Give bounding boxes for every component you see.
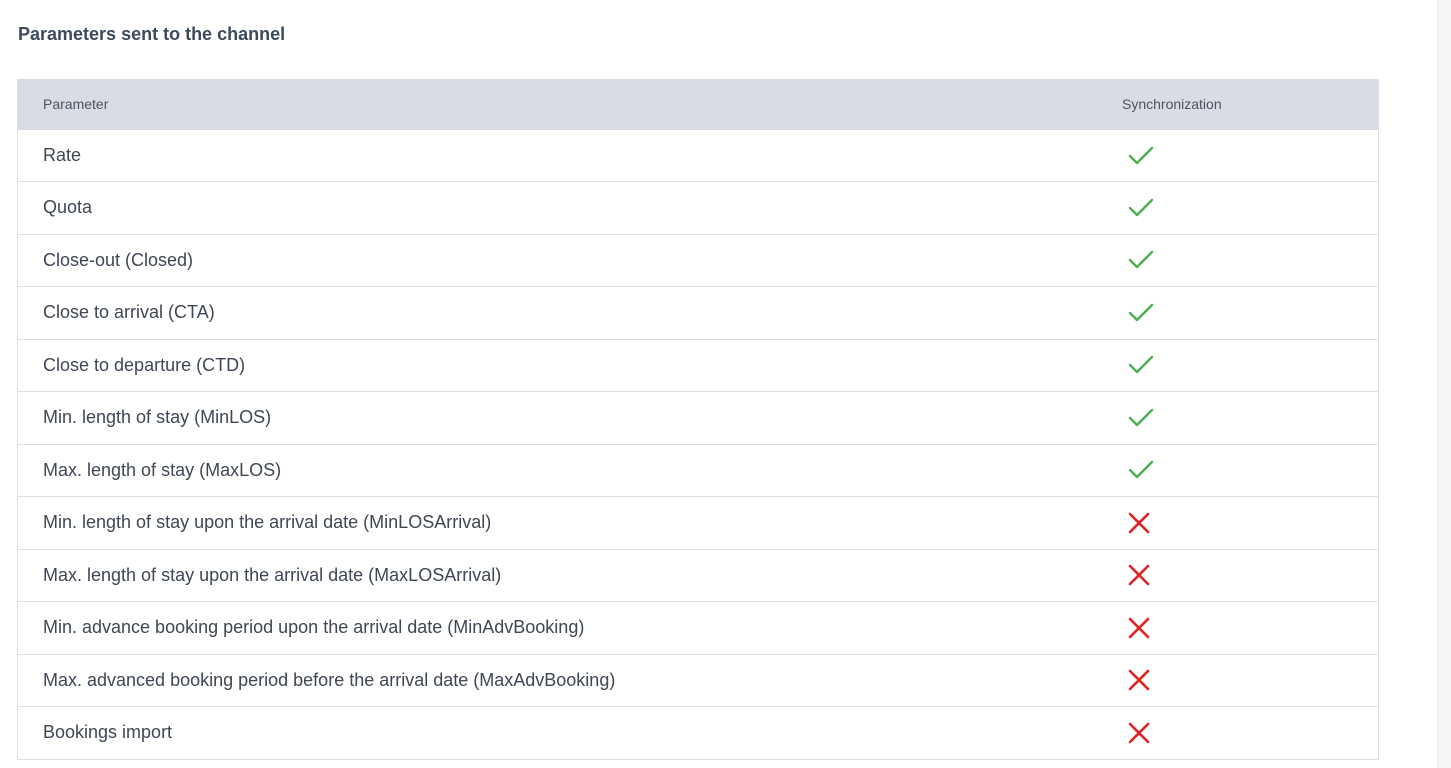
column-header-parameter: Parameter bbox=[43, 96, 109, 112]
page-title: Parameters sent to the channel bbox=[18, 24, 286, 44]
parameter-name: Close to departure (CTD) bbox=[43, 354, 246, 375]
checkmark-icon bbox=[1128, 302, 1154, 324]
parameters-table: Parameter Synchronization Rate Quota Close… bbox=[17, 79, 1379, 760]
table-row: Close to arrival (CTA) bbox=[18, 287, 1378, 340]
parameter-name: Close to arrival (CTA) bbox=[43, 302, 215, 323]
synchronization-cell bbox=[1128, 287, 1154, 339]
table-header: Parameter Synchronization bbox=[18, 79, 1378, 130]
table-body: Rate Quota Close-out (Closed) Close to arri… bbox=[18, 130, 1378, 760]
table-row: Rate bbox=[18, 130, 1378, 182]
cross-icon bbox=[1128, 617, 1150, 639]
parameter-name: Min. length of stay upon the arrival dat… bbox=[43, 512, 492, 533]
synchronization-cell bbox=[1128, 235, 1154, 287]
parameter-name: Quota bbox=[43, 197, 93, 218]
synchronization-cell bbox=[1128, 340, 1154, 392]
scrollbar-track[interactable] bbox=[1437, 0, 1451, 768]
parameter-name: Max. advanced booking period before the … bbox=[43, 669, 616, 690]
checkmark-icon bbox=[1128, 249, 1154, 271]
table-row: Max. advanced booking period before the … bbox=[18, 655, 1378, 707]
cross-icon bbox=[1128, 564, 1150, 586]
parameter-name: Max. length of stay upon the arrival dat… bbox=[43, 564, 502, 585]
checkmark-icon bbox=[1128, 459, 1154, 481]
page: Parameters sent to the channel Parameter… bbox=[0, 0, 1451, 768]
cross-icon bbox=[1128, 669, 1150, 691]
column-header-synchronization: Synchronization bbox=[1122, 96, 1222, 112]
parameter-name: Min. length of stay (MinLOS) bbox=[43, 407, 272, 428]
synchronization-cell bbox=[1128, 602, 1150, 654]
table-row: Close-out (Closed) bbox=[18, 235, 1378, 287]
table-row: Min. advance booking period upon the arr… bbox=[18, 602, 1378, 655]
checkmark-icon bbox=[1128, 407, 1154, 429]
synchronization-cell bbox=[1128, 655, 1150, 707]
cross-icon bbox=[1128, 722, 1150, 744]
table-row: Bookings import bbox=[18, 707, 1378, 760]
parameter-name: Close-out (Closed) bbox=[43, 249, 194, 270]
parameter-name: Min. advance booking period upon the arr… bbox=[43, 617, 585, 638]
table-row: Min. length of stay upon the arrival dat… bbox=[18, 497, 1378, 550]
table-row: Max. length of stay upon the arrival dat… bbox=[18, 550, 1378, 602]
synchronization-cell bbox=[1128, 182, 1154, 234]
synchronization-cell bbox=[1128, 707, 1150, 759]
table-row: Min. length of stay (MinLOS) bbox=[18, 392, 1378, 445]
table-row: Close to departure (CTD) bbox=[18, 340, 1378, 392]
synchronization-cell bbox=[1128, 497, 1150, 549]
checkmark-icon bbox=[1128, 145, 1154, 167]
parameter-name: Rate bbox=[43, 145, 82, 165]
table-row: Max. length of stay (MaxLOS) bbox=[18, 445, 1378, 497]
table-row: Quota bbox=[18, 182, 1378, 235]
synchronization-cell bbox=[1128, 445, 1154, 497]
checkmark-icon bbox=[1128, 354, 1154, 376]
synchronization-cell bbox=[1128, 392, 1154, 444]
checkmark-icon bbox=[1128, 197, 1154, 219]
synchronization-cell bbox=[1128, 550, 1150, 602]
parameter-name: Bookings import bbox=[43, 722, 173, 743]
cross-icon bbox=[1128, 512, 1150, 534]
parameter-name: Max. length of stay (MaxLOS) bbox=[43, 459, 282, 480]
synchronization-cell bbox=[1128, 130, 1154, 181]
